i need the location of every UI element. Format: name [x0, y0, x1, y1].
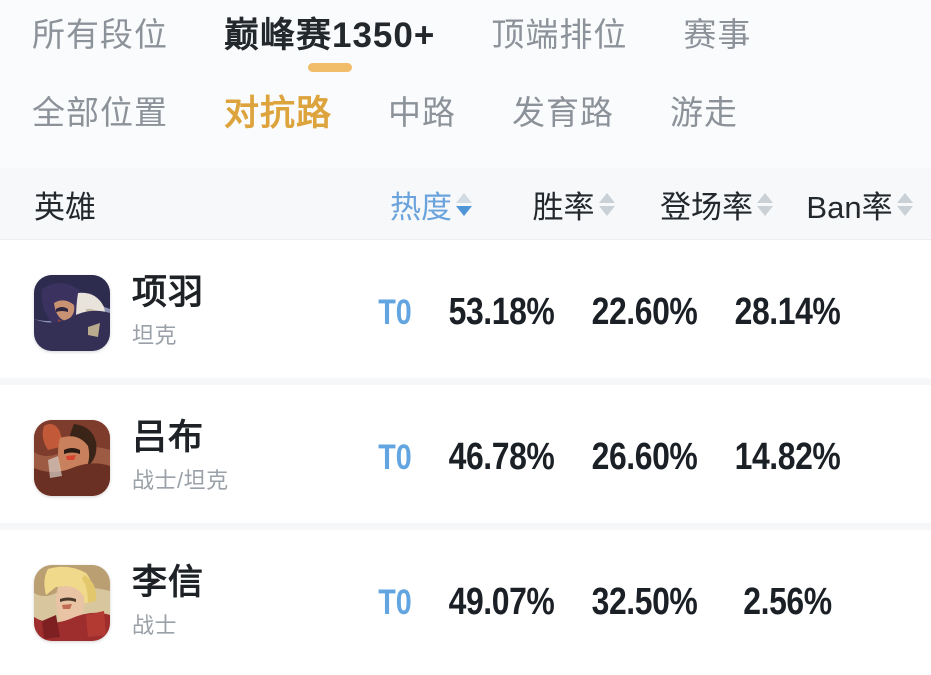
lane-tab-farm-lane-label: 发育路: [512, 94, 615, 131]
column-header-pick-rate-label: 登场率: [660, 189, 753, 225]
sort-descending-icon: [598, 205, 615, 216]
lane-tab-clash-lane[interactable]: 对抗路: [224, 82, 332, 131]
sort-descending-icon: [896, 205, 913, 216]
column-header-ban-rate[interactable]: Ban率: [788, 182, 931, 227]
rank-tab-peak-1350[interactable]: 巅峰赛1350+: [224, 4, 435, 72]
hero-cell[interactable]: 李信 战士: [0, 562, 360, 641]
hero-tier-badge: T0: [378, 292, 412, 332]
sort-ascending-icon: [598, 192, 615, 203]
rank-tab-peak-1350-label: 巅峰赛1350+: [224, 16, 436, 55]
sort-arrows-pick-rate-icon[interactable]: [757, 192, 773, 216]
rank-tab-all-ranks-label: 所有段位: [32, 16, 168, 53]
hero-pick-rate: 22.60%: [591, 291, 698, 333]
column-header-heat-label: 热度: [390, 189, 452, 225]
lane-tab-roam-label: 游走: [670, 94, 739, 131]
hero-role: 坦克: [132, 323, 178, 349]
hero-avatar-lvbu: [34, 419, 110, 496]
hero-win-rate: 46.78%: [448, 436, 555, 478]
rank-tab-all-ranks[interactable]: 所有段位: [32, 4, 168, 70]
rank-tab-tournament-label: 赛事: [683, 16, 752, 53]
column-header-hero: 英雄: [34, 189, 96, 225]
sort-arrows-ban-rate-icon[interactable]: [896, 192, 913, 216]
filter-section: 所有段位 巅峰赛1350+ 顶端排位 赛事 全部位置 对抗路 中路 发育路 游走: [0, 0, 931, 168]
rank-tab-top-ranked[interactable]: 顶端排位: [491, 4, 627, 70]
hero-win-rate: 49.07%: [448, 581, 555, 623]
rank-tab-tournament[interactable]: 赛事: [683, 4, 751, 70]
hero-role: 战士/坦克: [132, 468, 229, 494]
lane-tab-all-positions[interactable]: 全部位置: [32, 82, 168, 129]
column-header-pick-rate[interactable]: 登场率: [645, 182, 788, 227]
sort-descending-icon: [757, 205, 773, 216]
hero-tier-list-page: 所有段位 巅峰赛1350+ 顶端排位 赛事 全部位置 对抗路 中路 发育路 游走…: [0, 0, 931, 675]
lane-tab-mid-lane-label: 中路: [388, 94, 457, 131]
sort-ascending-icon: [456, 192, 472, 203]
hero-cell[interactable]: 吕布 战士/坦克: [0, 417, 360, 496]
hero-pick-rate: 26.60%: [591, 436, 698, 478]
hero-cell[interactable]: 项羽 坦克: [0, 272, 360, 351]
hero-tier-badge: T0: [378, 582, 412, 622]
hero-name: 李信: [132, 562, 205, 602]
sort-ascending-icon: [757, 192, 773, 203]
table-row[interactable]: 项羽 坦克 T0 53.18% 22.60% 28.14%: [0, 240, 931, 385]
column-header-win-rate[interactable]: 胜率: [502, 182, 645, 227]
hero-ban-rate: 14.82%: [734, 436, 841, 478]
hero-name: 吕布: [132, 417, 205, 457]
table-header-row: 英雄 热度 胜率 登场率 Ban率: [0, 168, 931, 240]
lane-tab-farm-lane[interactable]: 发育路: [512, 82, 614, 129]
hero-text: 吕布 战士/坦克: [132, 417, 229, 496]
rank-filter-tabs: 所有段位 巅峰赛1350+ 顶端排位 赛事: [0, 4, 931, 82]
lane-tab-roam[interactable]: 游走: [670, 82, 738, 129]
hero-text: 李信 战士: [132, 562, 205, 641]
hero-avatar-xiangyu: [34, 274, 110, 351]
lane-tab-mid-lane[interactable]: 中路: [388, 82, 456, 129]
column-header-heat[interactable]: 热度: [360, 182, 502, 227]
hero-text: 项羽 坦克: [132, 272, 205, 351]
hero-tier-badge: T0: [378, 437, 412, 477]
lane-tab-all-positions-label: 全部位置: [32, 94, 168, 131]
column-header-win-rate-label: 胜率: [532, 189, 595, 225]
lane-tab-clash-lane-label: 对抗路: [224, 94, 333, 133]
rank-tab-active-underline: [307, 63, 352, 72]
rank-tab-top-ranked-label: 顶端排位: [491, 16, 628, 53]
hero-name: 项羽: [132, 272, 205, 312]
sort-arrows-win-rate-icon[interactable]: [598, 192, 615, 216]
lane-filter-tabs: 全部位置 对抗路 中路 发育路 游走: [0, 82, 931, 168]
sort-arrows-heat-icon[interactable]: [456, 192, 472, 216]
hero-ban-rate: 28.14%: [734, 291, 841, 333]
hero-ban-rate: 2.56%: [743, 581, 832, 623]
hero-role: 战士: [132, 613, 178, 639]
sort-ascending-icon: [896, 192, 913, 203]
hero-pick-rate: 32.50%: [591, 581, 698, 623]
table-row[interactable]: 吕布 战士/坦克 T0 46.78% 26.60% 14.82%: [0, 385, 931, 530]
table-row[interactable]: 李信 战士 T0 49.07% 32.50% 2.56%: [0, 530, 931, 675]
sort-descending-icon: [456, 205, 472, 216]
column-header-ban-rate-label: Ban率: [806, 189, 893, 225]
hero-win-rate: 53.18%: [448, 291, 555, 333]
hero-table-body: 项羽 坦克 T0 53.18% 22.60% 28.14% 吕布 战士/坦克 T…: [0, 240, 931, 675]
hero-avatar-lixin: [34, 564, 110, 641]
